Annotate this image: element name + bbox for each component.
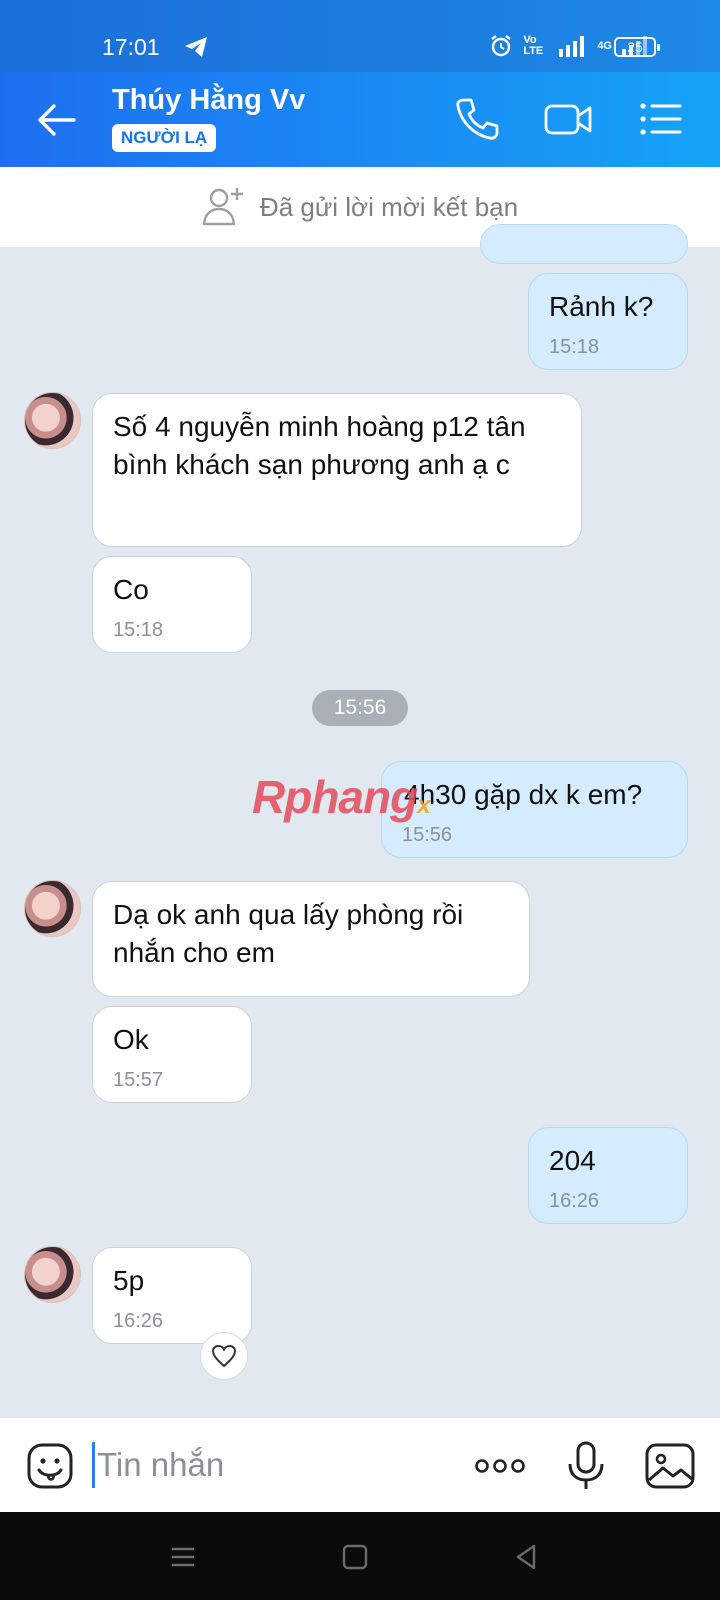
telegram-icon — [185, 37, 207, 57]
status-time: 17:01 — [102, 34, 160, 60]
time-divider: 15:56 — [312, 690, 408, 726]
back-nav-icon[interactable] — [512, 1542, 542, 1572]
contact-avatar[interactable] — [24, 392, 81, 449]
message-text: Rảnh k? — [549, 291, 654, 322]
emoji-icon[interactable] — [26, 1442, 74, 1490]
friend-request-text: Đã gửi lời mời kết bạn — [259, 191, 519, 222]
status-bar: 17:01 Vo LTE 4G 25 — [0, 0, 720, 72]
message-text: Ok — [113, 1024, 149, 1055]
message-bubble[interactable]: 204 16:26 — [528, 1127, 688, 1224]
add-friend-icon — [202, 188, 243, 226]
message-input-bar — [0, 1417, 720, 1512]
more-dots-icon[interactable] — [474, 1440, 526, 1492]
recent-apps-icon[interactable] — [168, 1542, 198, 1572]
image-icon[interactable] — [644, 1440, 696, 1492]
heart-icon — [211, 1344, 237, 1368]
menu-list-icon[interactable] — [636, 94, 686, 144]
message-time: 16:26 — [113, 1310, 164, 1332]
battery-icon: 25 — [614, 37, 660, 57]
back-arrow-icon[interactable] — [34, 98, 78, 142]
watermark-logo: Rphangx — [252, 771, 431, 823]
message-text: Số 4 nguyễn minh hoàng p12 tân bình khác… — [113, 411, 526, 480]
contact-name[interactable]: Thúy Hằng Vv — [112, 84, 305, 117]
net-type-label: 4G — [597, 40, 612, 52]
message-time: 16:26 — [549, 1190, 600, 1212]
volte-label: Vo LTE — [523, 34, 544, 57]
message-bubble[interactable]: Dạ ok anh qua lấy phòng rồi nhắn cho em — [92, 881, 530, 997]
chat-header: Thúy Hằng Vv NGƯỜI LẠ — [0, 72, 720, 167]
like-reaction-button[interactable] — [200, 1332, 248, 1380]
message-text: 204 — [549, 1145, 596, 1176]
message-text: Dạ ok anh qua lấy phòng rồi nhắn cho em — [113, 899, 464, 968]
microphone-icon[interactable] — [560, 1440, 612, 1492]
message-text: 4h30 gặp dx k em? — [404, 779, 643, 810]
stranger-badge: NGƯỜI LẠ — [112, 124, 217, 152]
signal-icon — [559, 36, 585, 57]
message-bubble[interactable]: Số 4 nguyễn minh hoàng p12 tân bình khác… — [92, 393, 582, 547]
message-time: 15:18 — [113, 619, 164, 641]
text-cursor — [92, 1442, 95, 1488]
message-bubble[interactable]: 5p 16:26 — [92, 1247, 252, 1344]
message-time: 15:18 — [549, 336, 600, 358]
home-icon[interactable] — [340, 1542, 370, 1572]
system-nav-bar — [0, 1512, 720, 1600]
message-time: 15:57 — [113, 1069, 164, 1091]
message-bubble[interactable]: Rảnh k? 15:18 — [528, 273, 688, 370]
video-call-icon[interactable] — [543, 94, 593, 144]
contact-avatar[interactable] — [24, 880, 81, 937]
contact-avatar[interactable] — [24, 1246, 81, 1303]
phone-icon[interactable] — [452, 94, 502, 144]
message-bubble[interactable]: Ok 15:57 — [92, 1006, 252, 1103]
message-text: 5p — [113, 1265, 145, 1296]
message-input[interactable] — [97, 1440, 437, 1490]
message-text: Co — [113, 574, 149, 605]
message-bubble-partial — [480, 224, 688, 264]
alarm-icon — [491, 35, 512, 57]
message-time: 15:56 — [402, 824, 453, 846]
message-bubble[interactable]: Co 15:18 — [92, 556, 252, 653]
